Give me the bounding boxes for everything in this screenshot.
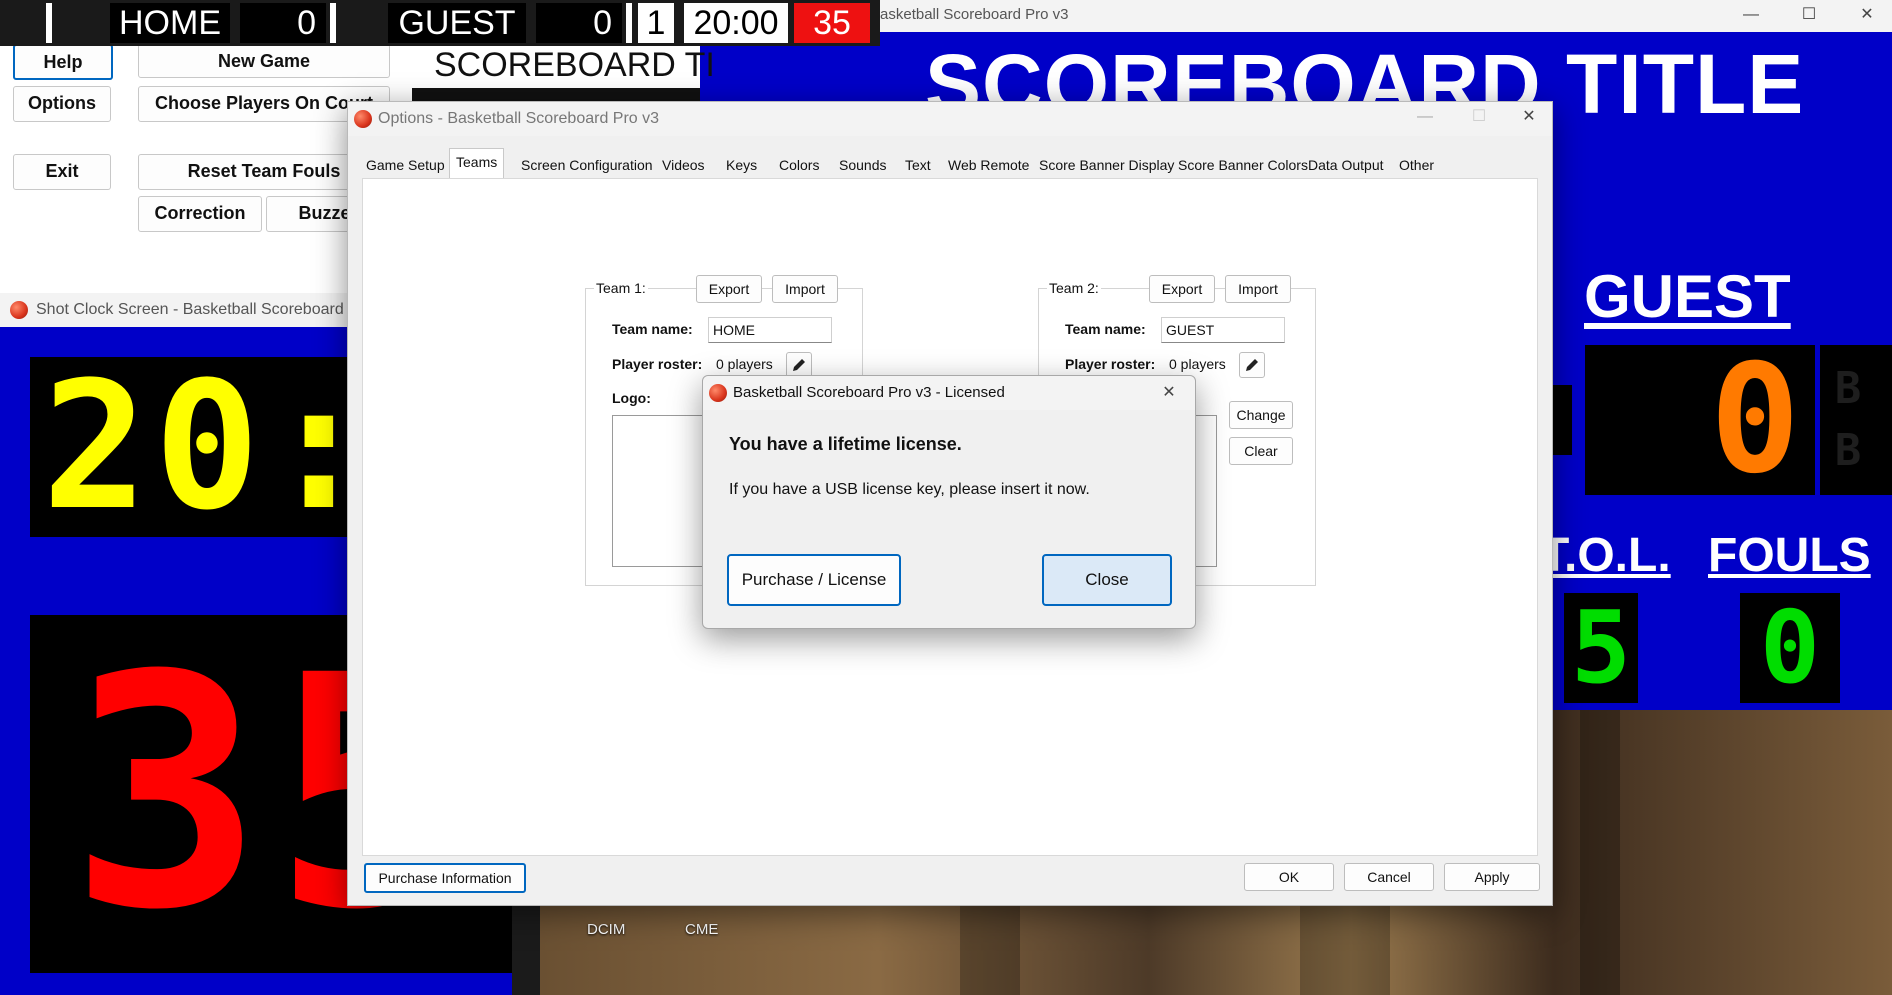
license-dialog-titlebar[interactable]: Basketball Scoreboard Pro v3 - Licensed … [703,376,1195,410]
minimize-icon[interactable]: — [1728,2,1774,28]
team1-group-label: Team 1: [594,280,648,296]
team1-logo-box[interactable] [612,415,709,567]
desktop-icon-cme[interactable]: CME [685,921,718,938]
tab-score-banner-display[interactable]: Score Banner Display [1033,152,1180,178]
tab-screen-configuration[interactable]: Screen Configuration [515,152,659,178]
guest-label: GUEST [1584,263,1791,330]
correction-button[interactable]: Correction [138,196,262,232]
exit-button[interactable]: Exit [13,154,111,190]
banner-guest-name: GUEST [388,3,526,43]
team1-logo-label: Logo: [612,390,651,406]
banner-home-score: 0 [240,3,326,43]
fouls-digit: 0 [1759,589,1821,706]
team2-logo-clear-button[interactable]: Clear [1229,437,1293,465]
tab-keys[interactable]: Keys [720,152,763,178]
basketball-icon [354,110,372,128]
purchase-license-button[interactable]: Purchase / License [727,554,901,606]
apply-button[interactable]: Apply [1444,863,1540,891]
banner-period: 1 [638,3,674,43]
team2-group-label: Team 2: [1047,280,1101,296]
tab-videos[interactable]: Videos [656,152,711,178]
banner-shot-clock: 35 [794,3,870,43]
license-dialog: Basketball Scoreboard Pro v3 - Licensed … [702,375,1196,629]
new-game-button[interactable]: New Game [138,44,390,78]
purchase-information-button[interactable]: Purchase Information [364,863,526,893]
tab-colors[interactable]: Colors [773,152,825,178]
banner-guest-score: 0 [536,3,622,43]
maximize-icon[interactable]: ☐ [1786,2,1832,28]
basketball-icon [10,301,28,319]
score-banner: HOME 0 GUEST 0 1 20:00 35 [0,0,880,46]
bonus-indicator-1: B [1834,363,1862,414]
banner-clock: 20:00 [684,3,788,43]
tab-game-setup[interactable]: Game Setup [360,152,451,178]
ok-button[interactable]: OK [1244,863,1334,891]
team2-roster-label: Player roster: [1065,356,1156,372]
scoreboard-title-preview: SCOREBOARD TI [434,46,715,84]
minimize-icon[interactable]: — [1402,104,1448,130]
close-icon[interactable]: ✕ [1149,380,1189,406]
team1-import-button[interactable]: Import [772,275,838,303]
cancel-button[interactable]: Cancel [1344,863,1434,891]
pencil-icon [793,359,805,371]
license-heading: You have a lifetime license. [729,434,962,454]
tab-sounds[interactable]: Sounds [833,152,892,178]
license-close-button[interactable]: Close [1042,554,1172,606]
close-icon[interactable]: ✕ [1844,2,1890,28]
banner-divider [46,3,52,43]
team1-export-button[interactable]: Export [696,275,762,303]
team2-name-label: Team name: [1065,321,1146,337]
team2-import-button[interactable]: Import [1225,275,1291,303]
shot-clock-window-title: Shot Clock Screen - Basketball Scoreboar… [36,301,395,318]
desktop-icon-dcim[interactable]: DCIM [587,921,625,938]
team2-roster-value: 0 players [1169,356,1226,372]
timeouts-left-label: T.O.L. [1540,529,1671,582]
team2-edit-roster-button[interactable] [1239,352,1265,378]
help-button[interactable]: Help [13,44,113,80]
guest-score-digit: 0 [1709,333,1801,507]
tab-score-banner-colors[interactable]: Score Banner Colors [1172,152,1314,178]
team2-logo-change-button[interactable]: Change [1229,401,1293,429]
license-dialog-title: Basketball Scoreboard Pro v3 - Licensed [733,384,1005,401]
options-window-title: Options - Basketball Scoreboard Pro v3 [378,110,660,127]
pencil-icon [1246,359,1258,371]
team1-roster-value: 0 players [716,356,773,372]
main-scoreboard-window-title: Basketball Scoreboard Pro v3 [870,6,1069,23]
bonus-panel: B B [1820,345,1892,495]
banner-home-name: HOME [110,3,230,43]
team1-name-input[interactable]: HOME [708,317,832,343]
maximize-icon[interactable]: ☐ [1456,104,1502,130]
team2-name-input[interactable]: GUEST [1161,317,1285,343]
tab-data-output[interactable]: Data Output [1302,152,1390,178]
banner-divider [626,3,632,43]
guest-score-panel: 0 [1585,345,1815,495]
timeouts-left-digit: 5 [1570,589,1632,706]
tab-other[interactable]: Other [1393,152,1440,178]
bonus-indicator-2: B [1834,425,1862,476]
fouls-panel: 0 [1740,593,1840,703]
tab-teams[interactable]: Teams [449,148,505,179]
options-button[interactable]: Options [13,86,111,122]
banner-divider [330,3,336,43]
tab-text[interactable]: Text [899,152,937,178]
team1-roster-label: Player roster: [612,356,703,372]
options-titlebar[interactable]: Options - Basketball Scoreboard Pro v3 —… [348,102,1552,136]
license-message: If you have a USB license key, please in… [729,481,1090,498]
timeouts-left-panel: 5 [1564,593,1638,703]
basketball-icon [709,384,727,402]
fouls-label: FOULS [1708,529,1871,582]
tab-web-remote[interactable]: Web Remote [942,152,1035,178]
close-icon[interactable]: ✕ [1506,104,1552,130]
team2-export-button[interactable]: Export [1149,275,1215,303]
team1-name-label: Team name: [612,321,693,337]
